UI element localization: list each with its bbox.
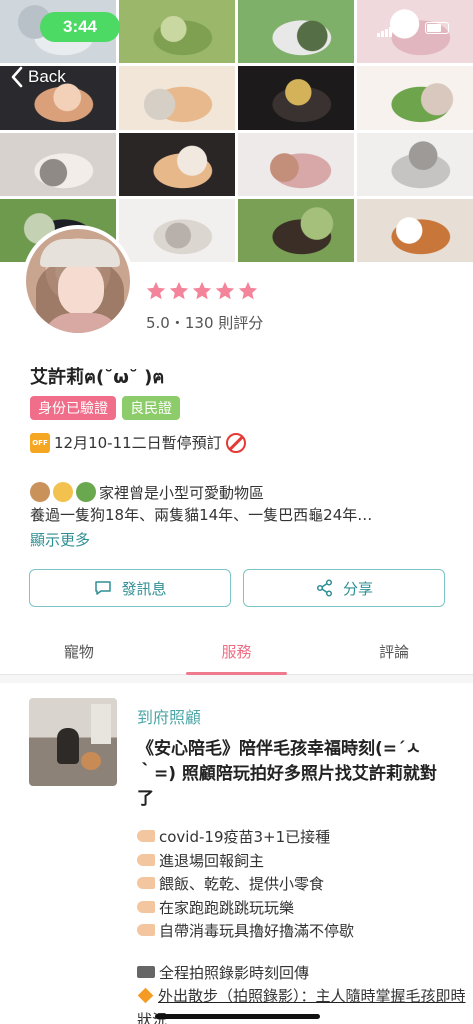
photo-cat-black[interactable]: [238, 66, 354, 130]
feature-text: covid-19疫苗3+1已接種: [159, 828, 331, 846]
thumbnail-person: [57, 728, 79, 764]
avatar[interactable]: [22, 225, 134, 337]
feature-item: 進退場回報飼主: [137, 850, 467, 874]
share-button-label: 分享: [342, 579, 373, 598]
photo-dog-white-happy[interactable]: [119, 198, 235, 262]
photo-dog-shepherd-grass[interactable]: [238, 198, 354, 262]
feature-text: 自帶消毒玩具擼好擼滿不停歇: [159, 922, 355, 940]
photo-cat-orange-white[interactable]: [119, 66, 235, 130]
profile-tabs: 寵物 服務 評論: [0, 628, 473, 675]
pointing-hand-icon: [137, 900, 155, 913]
turtle-icon: [76, 482, 96, 502]
photo-dog-black-white[interactable]: [238, 0, 354, 64]
pointing-hand-icon: [137, 924, 155, 936]
message-button-label: 發訊息: [121, 579, 167, 598]
off-icon: OFF: [30, 432, 50, 453]
wifi-icon: [401, 21, 417, 34]
show-more-link[interactable]: 顯示更多: [30, 529, 90, 550]
share-icon: [316, 579, 333, 597]
battery-icon: [425, 21, 449, 34]
bio-text-1: 家裡曾是小型可愛動物區: [99, 484, 265, 502]
pointing-hand-icon: [137, 853, 155, 866]
bio: 家裡曾是小型可愛動物區 養過一隻狗18年、兩隻貓14年、一隻巴西龜24年…: [30, 482, 450, 526]
tab-services[interactable]: 服務: [158, 628, 316, 675]
dog-icon: [30, 482, 50, 502]
diamond-icon: [137, 987, 154, 1004]
feature-item: [137, 944, 467, 962]
avatar-hat: [40, 239, 120, 267]
action-buttons: 發訊息 分享: [29, 569, 445, 607]
photo-dog-corgi[interactable]: [357, 198, 473, 262]
feature-item: 餵飯、乾乾、提供小零食: [137, 873, 467, 897]
star-icon: [238, 281, 258, 300]
status-time: 3:44: [62, 17, 98, 36]
signal-icon: [377, 18, 393, 37]
photo-dog-treat-hand[interactable]: [238, 132, 354, 196]
feature-item: covid-19疫苗3+1已接種: [137, 826, 467, 850]
photo-cat-fluffy-room[interactable]: [0, 132, 116, 196]
badge-row: 身份已驗證 良民證: [30, 396, 180, 420]
service-thumbnail: [29, 698, 117, 786]
camera-icon: [137, 965, 155, 978]
feature-text: 餵飯、乾乾、提供小零食: [159, 875, 325, 893]
service-feature-list: covid-19疫苗3+1已接種 進退場回報飼主餵飯、乾乾、提供小零食 在家跑跑跳跳…: [137, 826, 467, 1024]
photo-cat-grey-face[interactable]: [357, 132, 473, 196]
home-indicator: [155, 1014, 320, 1019]
booking-notice: OFF 12月10-11二日暫停預訂: [30, 432, 246, 453]
star-icon: [169, 281, 189, 300]
tab-reviews[interactable]: 評論: [315, 628, 473, 674]
thumbnail-cat: [81, 752, 101, 770]
service-type: 到府照顧: [137, 708, 202, 727]
badge-identity-verified: 身份已驗證: [30, 396, 116, 420]
bio-line-1: 家裡曾是小型可愛動物區: [30, 482, 450, 504]
message-button[interactable]: 發訊息: [29, 569, 231, 607]
service-card[interactable]: 到府照顧 《安心陪毛》陪伴毛孩幸福時刻(=´ㅅ｀=) 照顧陪玩拍好多照片找艾許莉…: [0, 683, 473, 1024]
photo-dog-on-grass[interactable]: [119, 0, 235, 64]
feature-text: 全程拍照錄影時刻回傳: [159, 963, 310, 982]
pointing-hand-icon: [137, 830, 155, 842]
feature-text: 進退場回報飼主: [159, 851, 265, 870]
back-button[interactable]: Back: [10, 66, 66, 88]
feature-item: 在家跑跑跳跳玩玩樂: [137, 897, 467, 921]
section-divider: [0, 675, 473, 683]
feature-item: 全程拍照錄影時刻回傳: [137, 962, 467, 986]
chevron-left-icon: [11, 66, 23, 88]
chat-icon: [95, 581, 112, 595]
booking-notice-text: 12月10-11二日暫停預訂: [54, 434, 222, 452]
status-time-pill: 3:44: [40, 12, 120, 42]
back-label: Back: [28, 67, 66, 86]
bio-line-2: 養過一隻狗18年、兩隻貓14年、一隻巴西龜24年…: [30, 506, 373, 524]
star-icon: [192, 281, 212, 300]
prohibited-icon: [225, 432, 246, 453]
share-button[interactable]: 分享: [243, 569, 445, 607]
badge-good-citizen: 良民證: [122, 396, 180, 420]
service-title: 《安心陪毛》陪伴毛孩幸福時刻(=´ㅅ｀=) 照顧陪玩拍好多照片找艾許莉就對了: [137, 739, 437, 809]
photo-dog-poodle-grass[interactable]: [357, 66, 473, 130]
feature-text: 在家跑跑跳跳玩玩樂: [159, 898, 295, 917]
status-icons: [377, 18, 449, 37]
feature-item: 自帶消毒玩具擼好擼滿不停歇: [137, 920, 467, 944]
star-icon: [146, 281, 166, 300]
star-icon: [215, 281, 235, 300]
tab-pets[interactable]: 寵物: [0, 628, 158, 674]
cat-icon: [53, 482, 73, 502]
rating-stars: [145, 280, 259, 302]
sitter-name: 艾許莉ฅ(˘ω˘ )ฅ: [30, 367, 165, 388]
pointing-hand-icon: [137, 877, 155, 889]
photo-cat-lying[interactable]: [119, 132, 235, 196]
thumbnail-door: [91, 704, 111, 744]
avatar-face: [58, 263, 104, 315]
rating-summary: 5.0・130 則評分: [146, 314, 264, 332]
